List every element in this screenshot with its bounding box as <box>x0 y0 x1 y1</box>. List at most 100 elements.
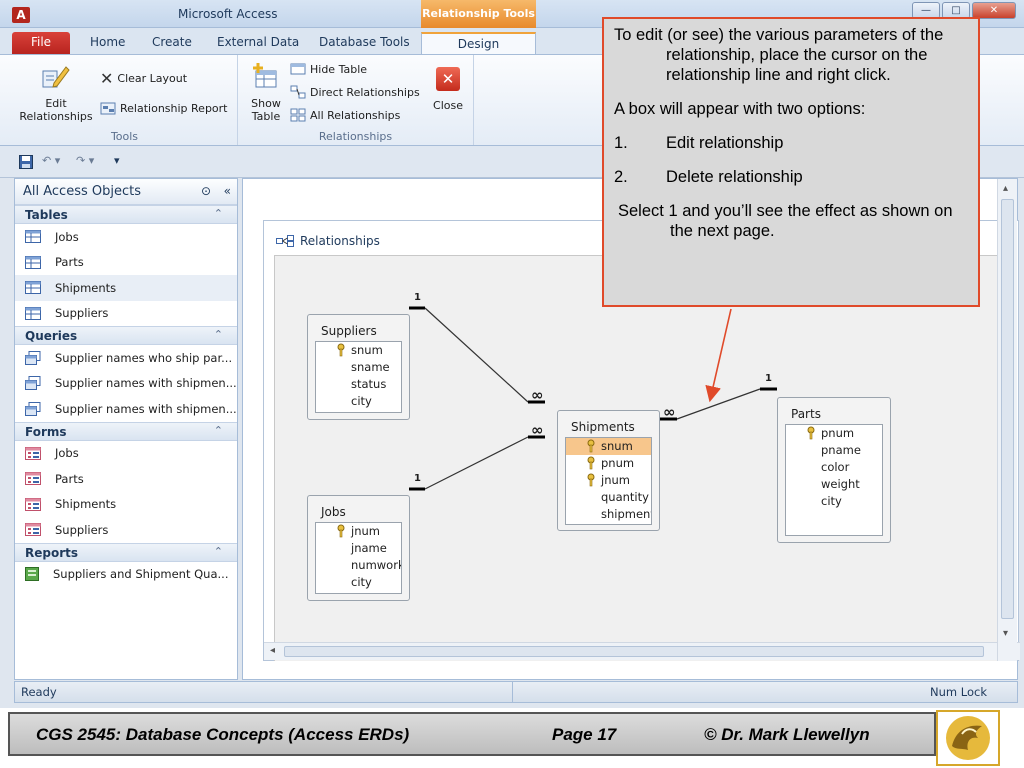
status-divider <box>512 682 513 702</box>
document-tab-relationships[interactable]: Relationships <box>276 234 380 248</box>
redo-icon[interactable]: ↷ ▾ <box>76 154 94 167</box>
nav-pane-header[interactable]: All Access Objects ⊙ « <box>15 179 237 205</box>
field-list: snum sname status city <box>315 341 402 413</box>
ucf-pegasus-logo <box>936 710 1000 766</box>
nav-section-forms[interactable]: Forms ⌃ <box>15 421 237 441</box>
field-shipment[interactable]: shipment <box>566 506 651 523</box>
close-label: Close <box>433 99 463 112</box>
nav-item-report-1[interactable]: Suppliers and Shipment Qua... <box>15 562 237 588</box>
cardinality-many-label: ∞ <box>663 403 676 421</box>
table-box-shipments[interactable]: Shipments snum pnum jnum quantity shipme… <box>557 410 660 531</box>
instruction-callout: To edit (or see) the various parameters … <box>602 17 980 307</box>
edit-relationships-icon <box>42 66 70 88</box>
nav-section-queries[interactable]: Queries ⌃ <box>15 326 237 345</box>
nav-item-form-jobs[interactable]: Jobs <box>15 441 237 467</box>
field-status[interactable]: status <box>316 376 401 393</box>
tab-home[interactable]: Home <box>82 32 133 54</box>
nav-dropdown-icon[interactable]: ⊙ <box>201 184 211 198</box>
relationships-canvas[interactable]: 1 ∞ 1 ∞ ∞ 1 Suppliers snum sname status … <box>274 255 998 661</box>
all-relationships-label: All Relationships <box>310 108 401 122</box>
table-box-title: Suppliers <box>321 324 377 338</box>
horizontal-scrollbar[interactable]: ◂ ▸ <box>264 642 1020 660</box>
tab-create[interactable]: Create <box>144 32 200 54</box>
field-city[interactable]: city <box>316 574 401 591</box>
field-jname[interactable]: jname <box>316 540 401 557</box>
relationship-line-jobs-shipments[interactable] <box>424 436 529 490</box>
form-icon <box>25 523 41 537</box>
collapse-pane-icon[interactable]: « <box>224 184 231 198</box>
nav-pane-title: All Access Objects <box>23 184 141 199</box>
collapse-chevron-icon[interactable]: ⌃ <box>214 424 223 437</box>
scroll-up-arrow-icon[interactable]: ▴ <box>1003 183 1008 194</box>
field-label: snum <box>351 343 383 357</box>
tab-file[interactable]: File <box>12 32 70 54</box>
relationship-line-suppliers-shipments[interactable] <box>424 307 529 403</box>
table-box-parts[interactable]: Parts pnum pname color weight city <box>777 397 891 543</box>
field-city[interactable]: city <box>316 393 401 410</box>
nav-item-table-parts[interactable]: Parts <box>15 250 237 276</box>
show-table-label: Show Table <box>251 97 281 123</box>
nav-item-form-parts[interactable]: Parts <box>15 466 237 492</box>
field-label: city <box>821 494 842 508</box>
nav-item-query-2[interactable]: Supplier names with shipmen... <box>15 371 237 397</box>
direct-relationships-button[interactable]: Direct Relationships <box>290 85 420 99</box>
collapse-chevron-icon[interactable]: ⌃ <box>214 207 223 220</box>
edit-relationships-button[interactable]: Edit Relationships <box>16 61 96 123</box>
field-label: numwork <box>351 558 401 572</box>
hide-table-button[interactable]: Hide Table <box>290 62 367 76</box>
nav-item-table-jobs[interactable]: Jobs <box>15 224 237 250</box>
field-label: weight <box>821 477 860 491</box>
relationship-line-shipments-parts[interactable] <box>676 388 761 420</box>
field-numwork[interactable]: numwork <box>316 557 401 574</box>
field-sname[interactable]: sname <box>316 359 401 376</box>
status-bar: Ready Num Lock <box>14 681 1018 703</box>
field-color[interactable]: color <box>786 459 882 476</box>
table-box-jobs[interactable]: Jobs jnum jname numwork city <box>307 495 410 601</box>
show-table-button[interactable]: Show Table <box>244 61 288 123</box>
nav-item-query-1[interactable]: Supplier names who ship par... <box>15 345 237 371</box>
horizontal-scroll-thumb[interactable] <box>284 646 984 657</box>
nav-section-title: Forms <box>25 424 67 439</box>
access-app-icon[interactable]: A <box>12 7 30 23</box>
hide-table-label: Hide Table <box>310 62 368 76</box>
scroll-left-arrow-icon[interactable]: ◂ <box>270 645 275 656</box>
undo-icon[interactable]: ↶ ▾ <box>42 154 60 167</box>
field-jnum[interactable]: jnum <box>566 472 651 489</box>
tab-database-tools[interactable]: Database Tools <box>311 32 418 54</box>
field-pname[interactable]: pname <box>786 442 882 459</box>
field-weight[interactable]: weight <box>786 476 882 493</box>
field-snum-selected[interactable]: snum <box>566 438 651 455</box>
field-quantity[interactable]: quantity <box>566 489 651 506</box>
customize-qat-icon[interactable]: ▾ <box>114 154 120 167</box>
vertical-scroll-thumb[interactable] <box>1001 199 1014 619</box>
tab-external-data[interactable]: External Data <box>209 32 307 54</box>
collapse-chevron-icon[interactable]: ⌃ <box>214 328 223 341</box>
vertical-scrollbar[interactable]: ▴ ▾ <box>997 179 1017 661</box>
nav-item-table-shipments[interactable]: Shipments <box>15 275 237 301</box>
scroll-down-arrow-icon[interactable]: ▾ <box>1003 628 1008 639</box>
status-ready-text: Ready <box>21 685 57 699</box>
save-icon[interactable] <box>19 155 33 169</box>
primary-key-icon <box>587 456 595 470</box>
tab-design[interactable]: Design <box>421 32 536 54</box>
field-label: pnum <box>601 456 635 470</box>
field-pnum[interactable]: pnum <box>566 455 651 472</box>
field-jnum[interactable]: jnum <box>316 523 401 540</box>
nav-section-reports[interactable]: Reports ⌃ <box>15 542 237 562</box>
relationship-report-button[interactable]: Relationship Report <box>100 101 228 115</box>
close-relationships-button[interactable]: ✕ Close <box>428 67 468 112</box>
all-relationships-button[interactable]: All Relationships <box>290 108 400 122</box>
nav-section-tables[interactable]: Tables ⌃ <box>15 205 237 224</box>
field-snum[interactable]: snum <box>316 342 401 359</box>
nav-item-form-shipments[interactable]: Shipments <box>15 492 237 518</box>
nav-item-label: Supplier names who ship par... <box>55 350 233 365</box>
field-pnum[interactable]: pnum <box>786 425 882 442</box>
collapse-chevron-icon[interactable]: ⌃ <box>214 545 223 558</box>
clear-layout-button[interactable]: ✕ Clear Layout <box>100 69 187 88</box>
pegasus-logo-icon <box>946 716 990 760</box>
nav-item-query-3[interactable]: Supplier names with shipmen... <box>15 396 237 422</box>
table-box-suppliers[interactable]: Suppliers snum sname status city <box>307 314 410 420</box>
nav-item-form-suppliers[interactable]: Suppliers <box>15 517 237 543</box>
field-city[interactable]: city <box>786 493 882 510</box>
nav-item-table-suppliers[interactable]: Suppliers <box>15 301 237 327</box>
